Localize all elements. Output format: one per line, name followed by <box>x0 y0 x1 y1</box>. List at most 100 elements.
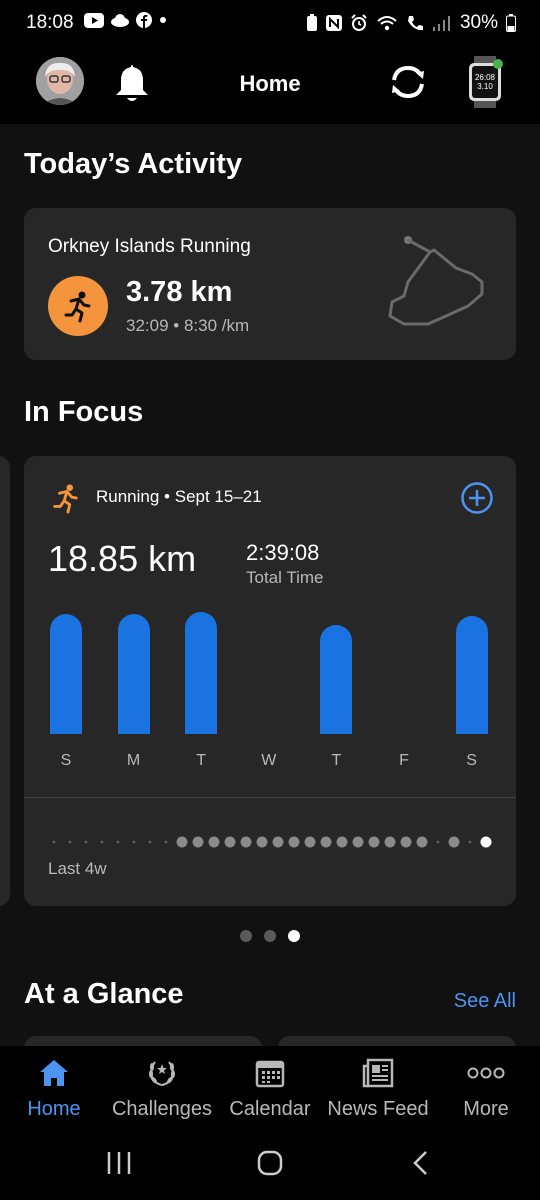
bar[interactable] <box>50 613 82 734</box>
laurel-icon <box>149 1061 175 1086</box>
nav-news-feed[interactable]: News Feed <box>324 1056 432 1121</box>
divider <box>24 797 516 798</box>
wifi-call-icon <box>377 16 397 31</box>
day-label: W <box>261 752 277 769</box>
running-icon <box>53 484 78 514</box>
history-dot <box>68 840 72 844</box>
day-label: S <box>466 752 477 769</box>
bar[interactable] <box>320 624 353 734</box>
section-title-at-a-glance: At a Glance <box>24 978 184 1010</box>
nav-more[interactable]: More <box>432 1056 540 1121</box>
history-dot <box>384 836 396 848</box>
recent-apps-icon[interactable] <box>106 1150 132 1176</box>
app-header: Home 26:08 3.10 <box>0 46 540 124</box>
nav-label: Challenges <box>111 1098 213 1120</box>
activity-details: 32:09 • 8:30 /km <box>126 316 250 335</box>
svg-text:26:08: 26:08 <box>475 73 496 82</box>
status-time: 18:08 <box>26 12 74 33</box>
more-dots-icon <box>467 1067 505 1079</box>
alarm-icon <box>351 14 367 31</box>
history-dot <box>192 836 204 848</box>
notification-icons <box>84 12 168 28</box>
history-dot <box>436 840 440 844</box>
calendar-icon <box>255 1060 285 1088</box>
nav-label: News Feed <box>327 1098 429 1120</box>
day-label: F <box>399 752 409 769</box>
dot-icon <box>160 17 166 23</box>
newspaper-icon <box>362 1058 394 1088</box>
pager-dot[interactable] <box>264 930 276 942</box>
bottom-nav: Home Challenges Calendar News Feed More <box>0 1046 540 1126</box>
history-dot <box>224 836 236 848</box>
nav-label: Calendar <box>229 1098 311 1120</box>
watch-device-icon[interactable]: 26:08 3.10 <box>466 54 508 112</box>
focus-distance: 18.85 km <box>48 538 197 579</box>
signal-icon <box>432 16 450 31</box>
history-dot <box>132 840 136 844</box>
history-dot <box>468 840 472 844</box>
history-dot <box>304 836 316 848</box>
svg-text:3.10: 3.10 <box>477 82 493 91</box>
facebook-icon <box>136 12 152 28</box>
history-dot <box>148 840 152 844</box>
history-dot <box>272 836 284 848</box>
nav-home[interactable]: Home <box>0 1056 108 1121</box>
activity-type-badge <box>48 276 108 336</box>
nav-challenges[interactable]: Challenges <box>108 1056 216 1121</box>
previous-card-peek[interactable] <box>0 456 10 906</box>
day-label: M <box>126 752 141 769</box>
activity-card[interactable]: Orkney Islands Running 3.78 km 32:09 • 8… <box>24 208 516 360</box>
cloud-icon <box>111 13 129 27</box>
activity-name: Orkney Islands Running <box>48 236 251 257</box>
history-dot <box>288 836 300 848</box>
status-bar: 18:08 30% <box>0 0 540 46</box>
back-icon[interactable] <box>410 1150 432 1176</box>
activity-distance: 3.78 km <box>126 276 233 308</box>
nav-label: Home <box>27 1098 81 1120</box>
focus-total-time-label: Total Time <box>246 568 324 587</box>
system-icons: 30% <box>306 12 516 34</box>
section-title-todays-activity: Today’s Activity <box>24 148 243 180</box>
pager-dot[interactable] <box>240 930 252 942</box>
history-dot <box>240 836 252 848</box>
home-button-icon[interactable] <box>256 1149 284 1177</box>
sync-icon[interactable] <box>386 60 430 104</box>
history-dot <box>84 840 88 844</box>
running-icon <box>64 291 91 323</box>
in-focus-card[interactable]: Running • Sept 15–21 18.85 km 2:39:08 To… <box>24 456 516 906</box>
history-dot <box>256 836 268 848</box>
bar[interactable] <box>185 612 218 734</box>
history-dots <box>52 836 492 848</box>
pager-dot[interactable] <box>288 930 300 942</box>
history-dot <box>164 840 168 844</box>
page-title: Home <box>239 71 301 96</box>
history-dot <box>208 836 220 848</box>
day-label: S <box>60 752 72 769</box>
phone-wifi-icon <box>407 16 423 31</box>
history-label: Last 4w <box>48 859 107 878</box>
bar[interactable] <box>455 616 488 734</box>
history-dot <box>416 836 428 848</box>
nav-calendar[interactable]: Calendar <box>216 1056 324 1121</box>
battery-icon <box>506 14 516 32</box>
youtube-icon <box>84 12 104 28</box>
see-all-link[interactable]: See All <box>454 990 516 1013</box>
section-title-in-focus: In Focus <box>24 396 144 428</box>
nfc-icon <box>325 15 342 31</box>
history-dot <box>336 836 348 848</box>
nav-label: More <box>463 1098 509 1120</box>
history-dot <box>52 840 56 844</box>
battery-percent: 30% <box>459 12 498 33</box>
history-dot <box>116 840 120 844</box>
add-icon[interactable] <box>460 481 494 515</box>
history-dot <box>176 836 188 848</box>
system-navigation-bar <box>0 1126 540 1200</box>
history-dot <box>448 836 460 848</box>
bar[interactable] <box>117 613 150 734</box>
history-dot <box>400 836 412 848</box>
battery-saver-icon <box>306 14 317 31</box>
focus-title: Running • Sept 15–21 <box>96 487 262 506</box>
history-dot <box>368 836 380 848</box>
history-dot <box>352 836 364 848</box>
history-dot <box>480 836 492 848</box>
